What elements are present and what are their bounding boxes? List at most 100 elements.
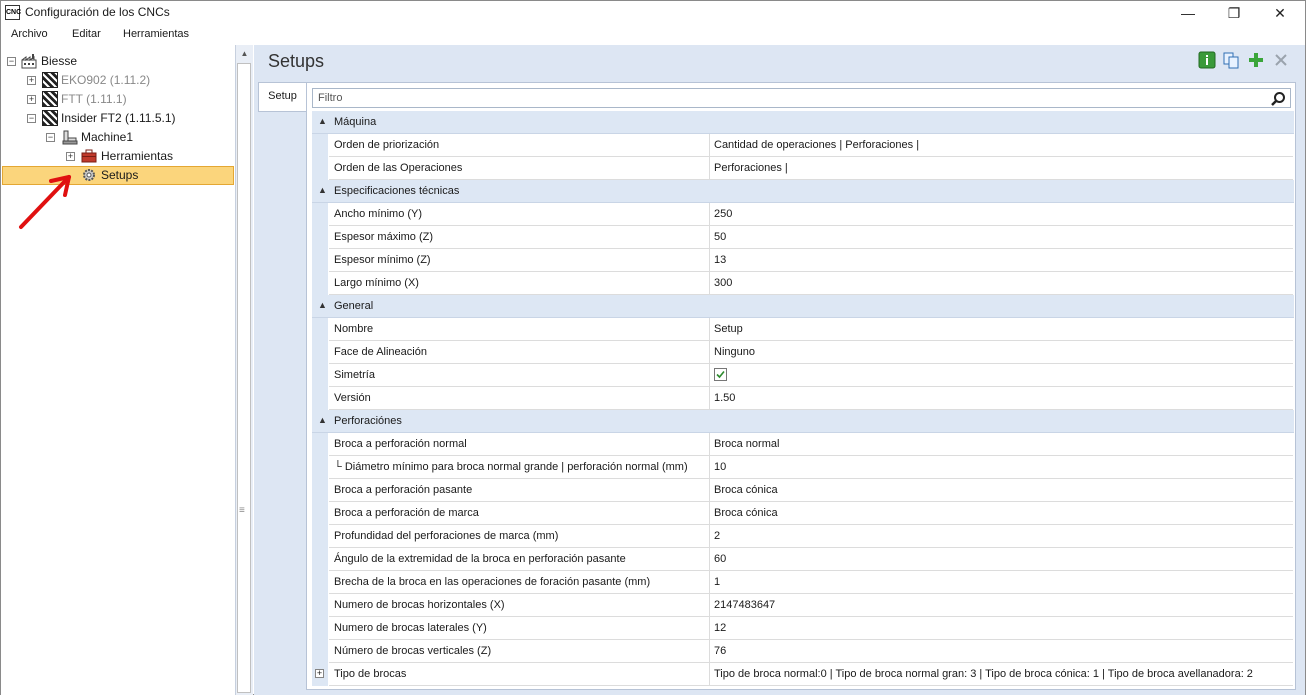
property-value[interactable]: 300 [710,272,1293,295]
maximize-button[interactable]: ❐ [1211,1,1257,25]
property-value[interactable]: Tipo de broca normal:0 | Tipo de broca n… [710,663,1293,686]
collapse-icon[interactable]: − [27,114,36,123]
scroll-thumb[interactable] [237,63,251,693]
expand-icon[interactable]: + [27,95,36,104]
property-value[interactable] [710,364,1293,387]
property-name: └ Diámetro mínimo para broca normal gran… [329,456,710,479]
filter-input[interactable]: Filtro [312,88,1291,108]
grip-icon[interactable]: ≡ [239,505,248,516]
property-value[interactable]: 1 [710,571,1293,594]
property-row[interactable]: Espesor mínimo (Z) 13 [312,249,1294,272]
property-row[interactable]: Broca a perforación pasante Broca cónica [312,479,1294,502]
property-row[interactable]: Orden de las Operaciones Perforaciones | [312,157,1294,180]
tree-item-setups[interactable]: Setups [101,166,138,185]
menu-herramientas[interactable]: Herramientas [123,28,189,40]
collapse-arrow-icon[interactable]: ▲ [318,116,327,126]
property-row[interactable]: Brecha de la broca en las operaciones de… [312,571,1294,594]
property-value[interactable]: Broca normal [710,433,1293,456]
search-icon[interactable] [1270,91,1286,107]
tree-item-machine1[interactable]: Machine1 [81,128,133,147]
property-row[interactable]: Versión 1.50 [312,387,1294,410]
tab-setup[interactable]: Setup [258,82,306,112]
machine-hatch-icon [42,91,58,107]
expand-icon[interactable]: + [27,76,36,85]
property-row[interactable]: Largo mínimo (X) 300 [312,272,1294,295]
property-row[interactable]: Numero de brocas laterales (Y) 12 [312,617,1294,640]
property-row[interactable]: Nombre Setup [312,318,1294,341]
tree-item-insider-ft2[interactable]: Insider FT2 (1.11.5.1) [61,109,176,128]
collapse-arrow-icon[interactable]: ▲ [318,300,327,310]
title-bar: CNC Configuración de los CNCs — ❐ ✕ [1,1,1305,25]
minimize-button[interactable]: — [1165,1,1211,25]
property-row[interactable]: Número de brocas verticales (Z) 76 [312,640,1294,663]
property-value[interactable]: Broca cónica [710,479,1293,502]
category-header[interactable]: ▲ Especificaciones técnicas [312,180,1294,203]
app-icon: CNC [5,5,21,20]
menu-archivo[interactable]: Archivo [11,28,48,40]
row-indent [312,249,328,272]
property-value[interactable]: 12 [710,617,1293,640]
row-indent [312,318,328,341]
property-row[interactable]: Broca a perforación de marca Broca cónica [312,502,1294,525]
property-value[interactable]: 2 [710,525,1293,548]
property-name: Largo mínimo (X) [329,272,710,295]
property-name: Espesor mínimo (Z) [329,249,710,272]
category-header[interactable]: ▲ General [312,295,1294,318]
property-value[interactable]: 10 [710,456,1293,479]
tree-item-eko902[interactable]: EKO902 (1.11.2) [61,71,150,90]
collapse-icon[interactable]: − [7,57,16,66]
property-name: Face de Alineación [329,341,710,364]
property-name: Tipo de brocas [329,663,710,686]
property-row[interactable]: + Tipo de brocas Tipo de broca normal:0 | … [312,663,1294,686]
category-header[interactable]: ▲ Perforaciónes [312,410,1294,433]
delete-icon[interactable] [1272,51,1290,69]
property-value[interactable]: 76 [710,640,1293,663]
property-value[interactable]: Perforaciones | [710,157,1293,180]
property-value[interactable]: 250 [710,203,1293,226]
property-value[interactable]: 13 [710,249,1293,272]
property-row[interactable]: Broca a perforación normal Broca normal [312,433,1294,456]
property-value[interactable]: 50 [710,226,1293,249]
property-value[interactable]: Ninguno [710,341,1293,364]
copy-icon[interactable] [1222,51,1240,69]
property-row[interactable]: Ancho mínimo (Y) 250 [312,203,1294,226]
property-row[interactable]: Numero de brocas horizontales (X) 2147483… [312,594,1294,617]
info-icon[interactable] [1198,51,1216,69]
property-row[interactable]: Orden de priorización Cantidad de operaci… [312,134,1294,157]
page-title: Setups [268,51,325,71]
property-value[interactable]: 2147483647 [710,594,1293,617]
collapse-arrow-icon[interactable]: ▲ [318,185,327,195]
tree-item-ftt[interactable]: FTT (1.11.1) [61,90,127,109]
annotation-arrow-icon [19,175,71,229]
tree-item-herramientas[interactable]: Herramientas [101,147,173,166]
property-name: Nombre [329,318,710,341]
add-icon[interactable] [1247,51,1265,69]
collapse-arrow-icon[interactable]: ▲ [318,415,327,425]
property-value[interactable]: 1.50 [710,387,1293,410]
property-row[interactable]: Ángulo de la extremidad de la broca en p… [312,548,1294,571]
row-indent [312,640,328,663]
close-button[interactable]: ✕ [1257,1,1303,25]
category-header[interactable]: ▲ Máquina [312,111,1294,134]
property-row[interactable]: Simetría [312,364,1294,387]
scroll-up-icon[interactable]: ▲ [236,45,253,62]
property-row[interactable]: Espesor máximo (Z) 50 [312,226,1294,249]
property-value[interactable]: Cantidad de operaciones | Perforaciones … [710,134,1293,157]
expand-icon[interactable]: + [315,669,324,678]
machine-tree: − Biesse + EKO902 (1.11.2) + FTT (1.11.1… [1,45,235,695]
collapse-icon[interactable]: − [46,133,55,142]
property-name: Espesor máximo (Z) [329,226,710,249]
tree-item-biesse[interactable]: Biesse [41,52,77,71]
row-indent [312,571,328,594]
property-value[interactable]: Broca cónica [710,502,1293,525]
checkbox[interactable] [714,368,727,381]
menu-editar[interactable]: Editar [72,28,101,40]
property-value[interactable]: 60 [710,548,1293,571]
property-row[interactable]: Profundidad del perforaciones de marca (… [312,525,1294,548]
property-value[interactable]: Setup [710,318,1293,341]
tree-scrollbar[interactable]: ▲ ≡ [235,45,253,695]
property-row[interactable]: └ Diámetro mínimo para broca normal gran… [312,456,1294,479]
window-title: Configuración de los CNCs [25,5,170,19]
expand-icon[interactable]: + [66,152,75,161]
property-row[interactable]: Face de Alineación Ninguno [312,341,1294,364]
